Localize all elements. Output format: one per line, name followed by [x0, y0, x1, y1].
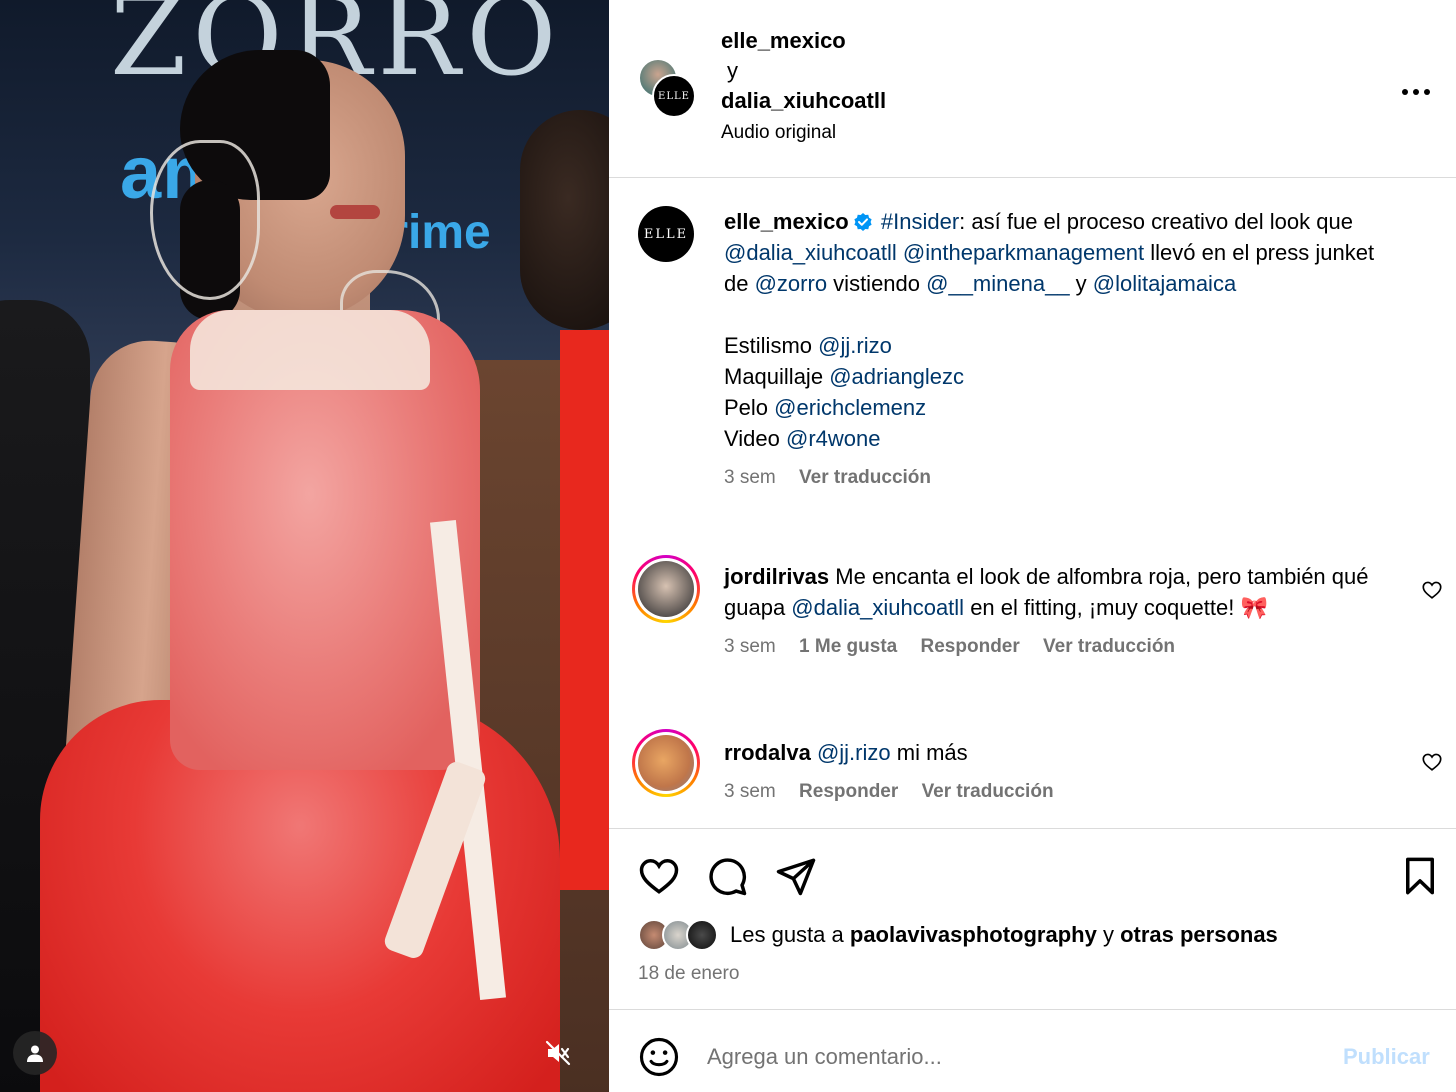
- comment-body: jordilrivas Me encanta el look de alfomb…: [724, 561, 1384, 659]
- credit-label: Maquillaje: [724, 364, 824, 389]
- comment-body: rrodalva @jj.rizo mi más 3 sem Responder…: [724, 737, 1384, 804]
- avatar-elle-logo[interactable]: ELLE: [652, 74, 696, 118]
- comment-time[interactable]: 3 sem: [724, 781, 776, 802]
- speaker-muted-icon: [545, 1040, 571, 1066]
- avatar[interactable]: [632, 555, 700, 623]
- post-panel: ELLE elle_mexico y dalia_xiuhcoatll Audi…: [609, 0, 1456, 1092]
- caption-text: vistiendo: [827, 271, 927, 296]
- credit-label: Video: [724, 426, 780, 451]
- person-right-shirt: [560, 330, 609, 890]
- post-header: ELLE elle_mexico y dalia_xiuhcoatll Audi…: [609, 0, 1456, 178]
- mention-link[interactable]: @erichclemenz: [774, 395, 926, 420]
- verified-badge-icon: [854, 213, 872, 231]
- mute-toggle-button[interactable]: [536, 1031, 580, 1075]
- comment-composer: Publicar: [609, 1009, 1456, 1092]
- header-username-2[interactable]: dalia_xiuhcoatll: [721, 86, 886, 116]
- tagged-users-button[interactable]: [13, 1031, 57, 1075]
- mention-link[interactable]: @jj.rizo: [818, 333, 892, 358]
- collab-names: elle_mexico y dalia_xiuhcoatll Audio ori…: [721, 26, 886, 148]
- model-earring: [150, 140, 260, 300]
- likes-others-link[interactable]: otras personas: [1120, 922, 1278, 947]
- credit-line: Pelo @erichclemenz: [724, 392, 1404, 423]
- mention-link[interactable]: @adrianglezc: [829, 364, 964, 389]
- comment-input[interactable]: [707, 1036, 1307, 1078]
- person-right-head: [520, 110, 609, 330]
- mention-link[interactable]: @r4wone: [786, 426, 881, 451]
- header-joiner: y: [727, 58, 738, 83]
- post-caption: elle_mexico #Insider: así fue el proceso…: [724, 206, 1404, 490]
- avatar: [686, 919, 718, 951]
- like-heart-icon[interactable]: [638, 855, 680, 897]
- like-comment-heart-icon[interactable]: [1421, 751, 1443, 773]
- likes-summary: Les gusta a paolavivasphotography y otra…: [638, 919, 1278, 951]
- translate-button[interactable]: Ver traducción: [799, 467, 931, 488]
- caption-text: : así fue el proceso creativo del look q…: [959, 209, 1353, 234]
- comment-likes-button[interactable]: 1 Me gusta: [799, 636, 897, 657]
- hashtag-link[interactable]: #Insider: [881, 209, 959, 234]
- dress-collar: [190, 310, 430, 390]
- reel-video[interactable]: ZORRO amazon prime: [0, 0, 609, 1092]
- avatar-elle-logo[interactable]: ELLE: [638, 206, 694, 262]
- comment-username[interactable]: jordilrivas: [724, 564, 829, 589]
- caption-text: y: [1069, 271, 1093, 296]
- mention-link[interactable]: @intheparkmanagement: [903, 240, 1144, 265]
- likes-username-link[interactable]: paolavivasphotography: [850, 922, 1097, 947]
- mention-link[interactable]: @dalia_xiuhcoatll: [724, 240, 897, 265]
- emoji-picker-icon[interactable]: [638, 1036, 680, 1078]
- caption-username[interactable]: elle_mexico: [724, 209, 849, 234]
- collab-avatars[interactable]: ELLE: [638, 58, 698, 118]
- credit-line: Estilismo @jj.rizo: [724, 330, 1404, 361]
- translate-button[interactable]: Ver traducción: [922, 781, 1054, 802]
- likes-prefix: Les gusta a: [730, 922, 850, 947]
- comments-section: ELLE elle_mexico #Insider: así fue el pr…: [609, 179, 1456, 827]
- post-actions: Les gusta a paolavivasphotography y otra…: [609, 828, 1456, 1008]
- model-lips: [330, 205, 380, 219]
- caption-time[interactable]: 3 sem: [724, 467, 776, 488]
- likes-text: Les gusta a paolavivasphotography y otra…: [730, 922, 1278, 948]
- header-username-1[interactable]: elle_mexico: [721, 26, 886, 56]
- mention-link[interactable]: @lolitajamaica: [1093, 271, 1236, 296]
- comment-time[interactable]: 3 sem: [724, 636, 776, 657]
- credit-line: Video @r4wone: [724, 423, 1404, 454]
- share-send-icon[interactable]: [775, 855, 817, 897]
- comment-bubble-icon[interactable]: [706, 855, 748, 897]
- reply-button[interactable]: Responder: [921, 636, 1020, 657]
- save-bookmark-icon[interactable]: [1399, 855, 1441, 897]
- translate-button[interactable]: Ver traducción: [1043, 636, 1175, 657]
- more-horizontal-icon: [1402, 89, 1430, 95]
- mention-link[interactable]: @jj.rizo: [817, 740, 891, 765]
- comment-username[interactable]: rrodalva: [724, 740, 811, 765]
- mention-link[interactable]: @__minena__: [926, 271, 1069, 296]
- credit-line: Maquillaje @adrianglezc: [724, 361, 1404, 392]
- comment-text: en el fitting, ¡muy coquette! 🎀: [964, 595, 1268, 620]
- comment-meta: 3 sem 1 Me gusta Responder Ver traducció…: [724, 635, 1384, 659]
- avatar[interactable]: [632, 729, 700, 797]
- credit-label: Pelo: [724, 395, 769, 420]
- like-comment-heart-icon[interactable]: [1421, 579, 1443, 601]
- post-date[interactable]: 18 de enero: [638, 963, 739, 985]
- reply-button[interactable]: Responder: [799, 781, 898, 802]
- credit-label: Estilismo: [724, 333, 813, 358]
- mention-link[interactable]: @dalia_xiuhcoatll: [791, 595, 964, 620]
- audio-link[interactable]: Audio original: [721, 118, 886, 148]
- user-icon: [27, 1045, 43, 1062]
- mention-link[interactable]: @zorro: [755, 271, 827, 296]
- caption-meta: 3 sem Ver traducción: [724, 466, 1404, 490]
- publish-button[interactable]: Publicar: [1343, 1044, 1430, 1070]
- likes-joiner: y: [1096, 922, 1121, 947]
- comment-meta: 3 sem Responder Ver traducción: [724, 780, 1384, 804]
- more-options-button[interactable]: [1401, 72, 1431, 103]
- comment-text: mi más: [890, 740, 968, 765]
